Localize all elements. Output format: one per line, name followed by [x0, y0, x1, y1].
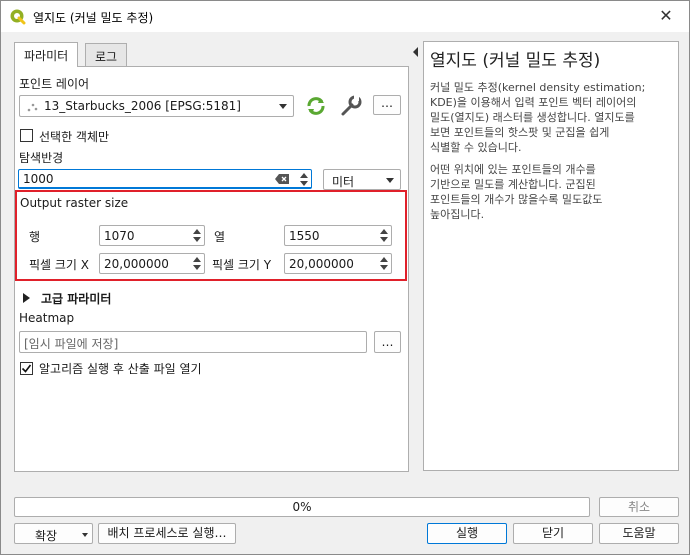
chevron-down-icon — [386, 178, 394, 183]
cols-input[interactable]: 1550 — [284, 225, 392, 246]
help-line: 식별할 수 있습니다. — [430, 141, 522, 154]
title-bar: 열지도 (커널 밀도 추정) ✕ — [1, 1, 689, 32]
expand-arrow-icon[interactable] — [23, 293, 30, 303]
advanced-params-toggle[interactable]: 고급 파라미터 — [41, 290, 111, 307]
radius-step-up[interactable] — [299, 172, 309, 180]
point-layer-icon — [27, 103, 38, 112]
tab-log-label: 로그 — [95, 50, 118, 64]
window-title: 열지도 (커널 밀도 추정) — [33, 11, 154, 25]
help-button[interactable]: 도움말 — [599, 523, 679, 544]
qgis-logo-icon — [10, 9, 26, 25]
chevron-down-icon — [82, 533, 88, 537]
input-layer-combo[interactable]: 13_Starbucks_2006 [EPSG:5181] — [19, 95, 294, 117]
dialog-window: 열지도 (커널 밀도 추정) ✕ 파라미터 로그 포인트 레이어 13_Star… — [0, 0, 690, 555]
help-line: 보면 포인트들의 핫스팟 및 군집을 쉽게 — [430, 126, 610, 139]
checkmark-icon — [21, 364, 32, 373]
open-after-checkbox[interactable] — [20, 362, 33, 375]
heatmap-browse-button[interactable]: … — [374, 331, 401, 353]
radius-value: 1000 — [23, 172, 54, 186]
rows-input[interactable]: 1070 — [99, 225, 205, 246]
cols-step-down[interactable] — [379, 236, 389, 244]
cols-value: 1550 — [289, 229, 320, 243]
selected-only-label: 선택한 객체만 — [39, 130, 110, 144]
radius-step-down[interactable] — [299, 180, 309, 188]
pixel-x-input[interactable]: 20,000000 — [99, 253, 205, 274]
help-line: 커널 밀도 추정(kernel density estimation; — [430, 81, 646, 94]
radius-input[interactable]: 1000 — [18, 169, 312, 189]
tab-log[interactable]: 로그 — [85, 43, 128, 66]
expand-button[interactable]: 확장 — [14, 523, 93, 544]
expand-button-label: 확장 — [35, 529, 58, 543]
help-panel: 열지도 (커널 밀도 추정) 커널 밀도 추정(kernel density e… — [423, 41, 679, 471]
help-line: KDE)을 이용해서 입력 포인트 벡터 레이어의 — [430, 96, 637, 109]
iterate-icon[interactable] — [305, 95, 327, 117]
pixel-x-value: 20,000000 — [104, 257, 169, 271]
input-layer-more-button[interactable]: … — [373, 95, 401, 115]
chevron-down-icon — [279, 104, 287, 109]
help-line: 기반으로 밀도를 계산합니다. 군집된 — [430, 178, 596, 191]
help-paragraph-2: 어떤 위치에 있는 포인트들의 개수를 기반으로 밀도를 계산합니다. 군집된 … — [430, 162, 676, 222]
tab-parameters[interactable]: 파라미터 — [14, 42, 79, 67]
help-title: 열지도 (커널 밀도 추정) — [430, 51, 601, 71]
clear-icon[interactable] — [275, 174, 289, 184]
rows-step-down[interactable] — [192, 236, 202, 244]
radius-unit-value: 미터 — [332, 175, 355, 189]
pixel-y-step-up[interactable] — [379, 256, 389, 264]
pixel-y-input[interactable]: 20,000000 — [284, 253, 392, 274]
rows-value: 1070 — [104, 229, 135, 243]
pixel-y-step-down[interactable] — [379, 264, 389, 272]
input-layer-value: 13_Starbucks_2006 [EPSG:5181] — [44, 99, 241, 113]
pixel-y-value: 20,000000 — [289, 257, 354, 271]
selected-only-checkbox[interactable] — [20, 129, 33, 142]
rows-label: 행 — [29, 230, 41, 244]
tab-parameters-label: 파라미터 — [24, 49, 69, 63]
heatmap-output-input[interactable]: [임시 파일에 저장] — [19, 331, 367, 353]
heatmap-label: Heatmap — [19, 311, 75, 325]
help-line: 어떤 위치에 있는 포인트들의 개수를 — [430, 163, 596, 176]
help-paragraph-1: 커널 밀도 추정(kernel density estimation; KDE)… — [430, 80, 676, 155]
pixel-x-step-down[interactable] — [192, 264, 202, 272]
close-button[interactable]: 닫기 — [513, 523, 593, 544]
close-icon[interactable]: ✕ — [643, 1, 689, 32]
radius-label: 탐색반경 — [19, 151, 64, 165]
input-layer-label: 포인트 레이어 — [19, 77, 90, 91]
cols-label: 열 — [214, 230, 226, 244]
cancel-button[interactable]: 취소 — [599, 497, 679, 517]
output-raster-label: Output raster size — [20, 196, 129, 210]
help-line: 높아집니다. — [430, 208, 485, 221]
pixel-y-label: 픽셀 크기 Y — [212, 258, 272, 272]
batch-process-button[interactable]: 배치 프로세스로 실행… — [98, 523, 236, 544]
rows-step-up[interactable] — [192, 228, 202, 236]
open-after-label: 알고리즘 실행 후 산출 파일 열기 — [39, 362, 202, 376]
pixel-x-step-up[interactable] — [192, 256, 202, 264]
heatmap-output-placeholder: [임시 파일에 저장] — [24, 337, 119, 351]
help-line: 밀도(열지도) 래스터를 생성합니다. 열지도를 — [430, 111, 635, 124]
wrench-icon[interactable] — [339, 94, 363, 118]
radius-unit-combo[interactable]: 미터 — [323, 169, 401, 190]
run-button[interactable]: 실행 — [427, 523, 507, 544]
cols-step-up[interactable] — [379, 228, 389, 236]
progress-bar: 0% — [14, 497, 590, 517]
collapse-help-icon[interactable] — [413, 47, 418, 57]
pixel-x-label: 픽셀 크기 X — [29, 258, 90, 272]
help-line: 포인트들의 개수가 많을수록 밀도값도 — [430, 193, 603, 206]
